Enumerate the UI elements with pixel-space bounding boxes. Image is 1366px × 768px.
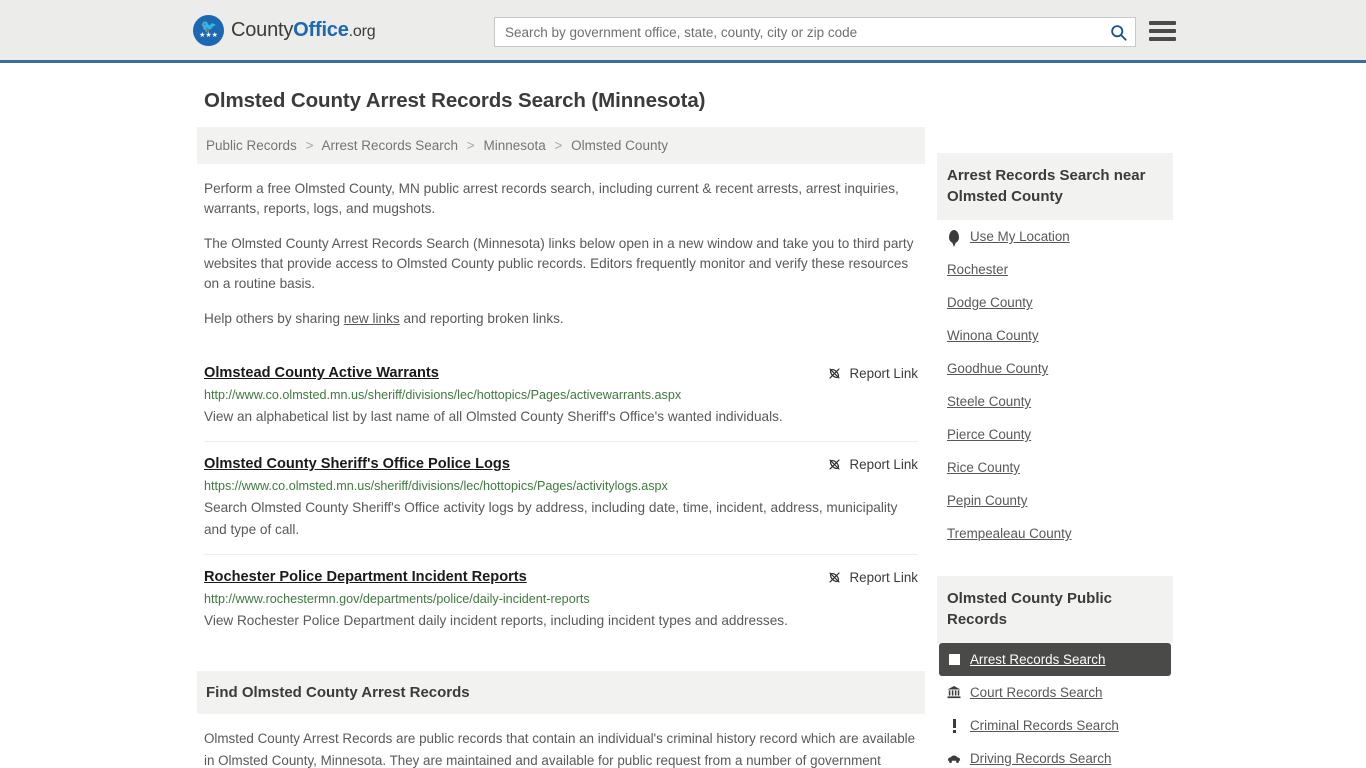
breadcrumb: Public Records > Arrest Records Search >… — [197, 127, 925, 164]
result-title-link[interactable]: Olmsted County Sheriff's Office Police L… — [204, 456, 510, 472]
public-records-heading: Olmsted County Public Records — [937, 576, 1173, 643]
result-title-link[interactable]: Olmstead County Active Warrants — [204, 365, 439, 381]
public-records-block: Olmsted County Public Records Arrest Rec… — [937, 576, 1173, 768]
nearby-item-label[interactable]: Rice County — [947, 460, 1020, 475]
logo-text-org: .org — [348, 22, 376, 40]
breadcrumb-item-arrest-records-search[interactable]: Arrest Records Search — [321, 138, 458, 153]
nearby-item-pepin-county[interactable]: Pepin County — [939, 484, 1171, 517]
sidebar-item-arrest-records-search[interactable]: Arrest Records Search — [939, 643, 1171, 676]
find-records-section: Find Olmsted County Arrest Records Olmst… — [197, 671, 925, 768]
search-icon[interactable] — [1101, 18, 1135, 46]
breadcrumb-item-public-records[interactable]: Public Records — [206, 138, 297, 153]
broken-link-icon — [828, 572, 840, 583]
eagle-emblem-icon: 🐦 ★★★ — [193, 14, 224, 46]
sidebar-item-driving-records-search[interactable]: Driving Records Search — [939, 742, 1171, 768]
result-title-link[interactable]: Rochester Police Department Incident Rep… — [204, 569, 527, 585]
report-link-label: Report Link — [849, 570, 918, 585]
nearby-item-rice-county[interactable]: Rice County — [939, 451, 1171, 484]
nearby-item-winona-county[interactable]: Winona County — [939, 319, 1171, 352]
nearby-item-rochester[interactable]: Rochester — [939, 253, 1171, 286]
nearby-item-label[interactable]: Goodhue County — [947, 361, 1048, 376]
broken-link-icon — [828, 368, 840, 379]
breadcrumb-separator: > — [554, 138, 563, 153]
courthouse-icon — [947, 686, 961, 699]
sidebar-item-criminal-records-search[interactable]: Criminal Records Search — [939, 709, 1171, 742]
nearby-search-heading: Arrest Records Search near Olmsted Count… — [937, 153, 1173, 220]
intro-paragraph-1: Perform a free Olmsted County, MN public… — [204, 181, 899, 216]
sidebar: Arrest Records Search near Olmsted Count… — [937, 127, 1173, 768]
sidebar-item-court-records-search[interactable]: Court Records Search — [939, 676, 1171, 709]
menu-bar-2 — [1149, 29, 1176, 33]
report-link-button[interactable]: Report Link — [827, 366, 918, 381]
intro-p3-after: and reporting broken links. — [399, 311, 564, 326]
nearby-item-label[interactable]: Steele County — [947, 394, 1031, 409]
breadcrumb-separator: > — [466, 138, 475, 153]
nearby-item-dodge-county[interactable]: Dodge County — [939, 286, 1171, 319]
sidebar-item-label[interactable]: Arrest Records Search — [970, 652, 1105, 667]
search-bar[interactable] — [494, 17, 1136, 47]
report-link-button[interactable]: Report Link — [827, 570, 918, 585]
report-link-label: Report Link — [849, 366, 918, 381]
report-link-button[interactable]: Report Link — [827, 457, 918, 472]
site-logo[interactable]: 🐦 ★★★ CountyOffice.org — [193, 14, 376, 46]
logo-text-office: Office — [293, 18, 349, 41]
broken-link-icon — [828, 459, 840, 470]
search-input[interactable] — [495, 24, 1101, 40]
nearby-item-label[interactable]: Winona County — [947, 328, 1039, 343]
nearby-item-label[interactable]: Pepin County — [947, 493, 1027, 508]
sidebar-item-label[interactable]: Court Records Search — [970, 685, 1102, 700]
car-icon — [947, 754, 961, 764]
nearby-item-label[interactable]: Dodge County — [947, 295, 1033, 310]
result-url[interactable]: http://www.co.olmsted.mn.us/sheriff/divi… — [204, 388, 918, 402]
nearby-item-trempealeau-county[interactable]: Trempealeau County — [939, 517, 1171, 550]
sidebar-item-label[interactable]: Driving Records Search — [970, 751, 1111, 766]
report-link-label: Report Link — [849, 457, 918, 472]
nearby-item-label[interactable]: Rochester — [947, 262, 1008, 277]
sidebar-item-label[interactable]: Criminal Records Search — [970, 718, 1119, 733]
hamburger-menu-icon[interactable] — [1149, 19, 1176, 43]
page-title: Olmsted County Arrest Records Search (Mi… — [204, 89, 706, 112]
nearby-item-goodhue-county[interactable]: Goodhue County — [939, 352, 1171, 385]
results-list: Olmstead County Active Warrants Report L… — [197, 351, 925, 645]
handcuffs-icon — [947, 654, 961, 665]
nearby-item-label[interactable]: Pierce County — [947, 427, 1031, 442]
breadcrumb-separator: > — [305, 138, 314, 153]
page-container: Olmsted County Arrest Records Search (Mi… — [0, 89, 1366, 768]
result-item: Olmstead County Active Warrants Report L… — [204, 351, 918, 441]
breadcrumb-item-olmsted-county[interactable]: Olmsted County — [571, 138, 668, 153]
result-url[interactable]: http://www.rochestermn.gov/departments/p… — [204, 592, 918, 606]
menu-bar-1 — [1149, 21, 1176, 25]
exclamation-icon — [947, 718, 961, 733]
find-records-body: Olmsted County Arrest Records are public… — [204, 731, 916, 768]
result-item: Rochester Police Department Incident Rep… — [204, 554, 918, 645]
menu-bar-3 — [1149, 37, 1176, 41]
nearby-item-label[interactable]: Trempealeau County — [947, 526, 1072, 541]
intro-p3-before: Help others by sharing — [204, 311, 344, 326]
use-my-location-row[interactable]: Use My Location — [939, 220, 1171, 253]
result-url[interactable]: https://www.co.olmsted.mn.us/sheriff/div… — [204, 479, 918, 493]
result-description: View Rochester Police Department daily i… — [204, 613, 788, 628]
nearby-item-steele-county[interactable]: Steele County — [939, 385, 1171, 418]
result-item: Olmsted County Sheriff's Office Police L… — [204, 441, 918, 554]
main-content: Public Records > Arrest Records Search >… — [197, 127, 925, 768]
result-description: View an alphabetical list by last name o… — [204, 409, 783, 424]
site-header: 🐦 ★★★ CountyOffice.org — [0, 0, 1366, 63]
map-pin-icon — [947, 230, 961, 247]
intro-paragraph-3: Help others by sharing new links and rep… — [204, 309, 918, 329]
logo-text-county: County — [231, 18, 294, 41]
nearby-item-pierce-county[interactable]: Pierce County — [939, 418, 1171, 451]
find-records-heading: Find Olmsted County Arrest Records — [197, 671, 925, 714]
breadcrumb-item-minnesota[interactable]: Minnesota — [483, 138, 545, 153]
use-my-location-link[interactable]: Use My Location — [970, 229, 1070, 244]
intro-text: Perform a free Olmsted County, MN public… — [197, 179, 925, 329]
logo-text: CountyOffice.org — [231, 18, 376, 42]
intro-paragraph-2: The Olmsted County Arrest Records Search… — [204, 236, 914, 291]
nearby-search-block: Arrest Records Search near Olmsted Count… — [937, 153, 1173, 550]
result-description: Search Olmsted County Sheriff's Office a… — [204, 500, 898, 537]
new-links-link[interactable]: new links — [344, 311, 400, 326]
